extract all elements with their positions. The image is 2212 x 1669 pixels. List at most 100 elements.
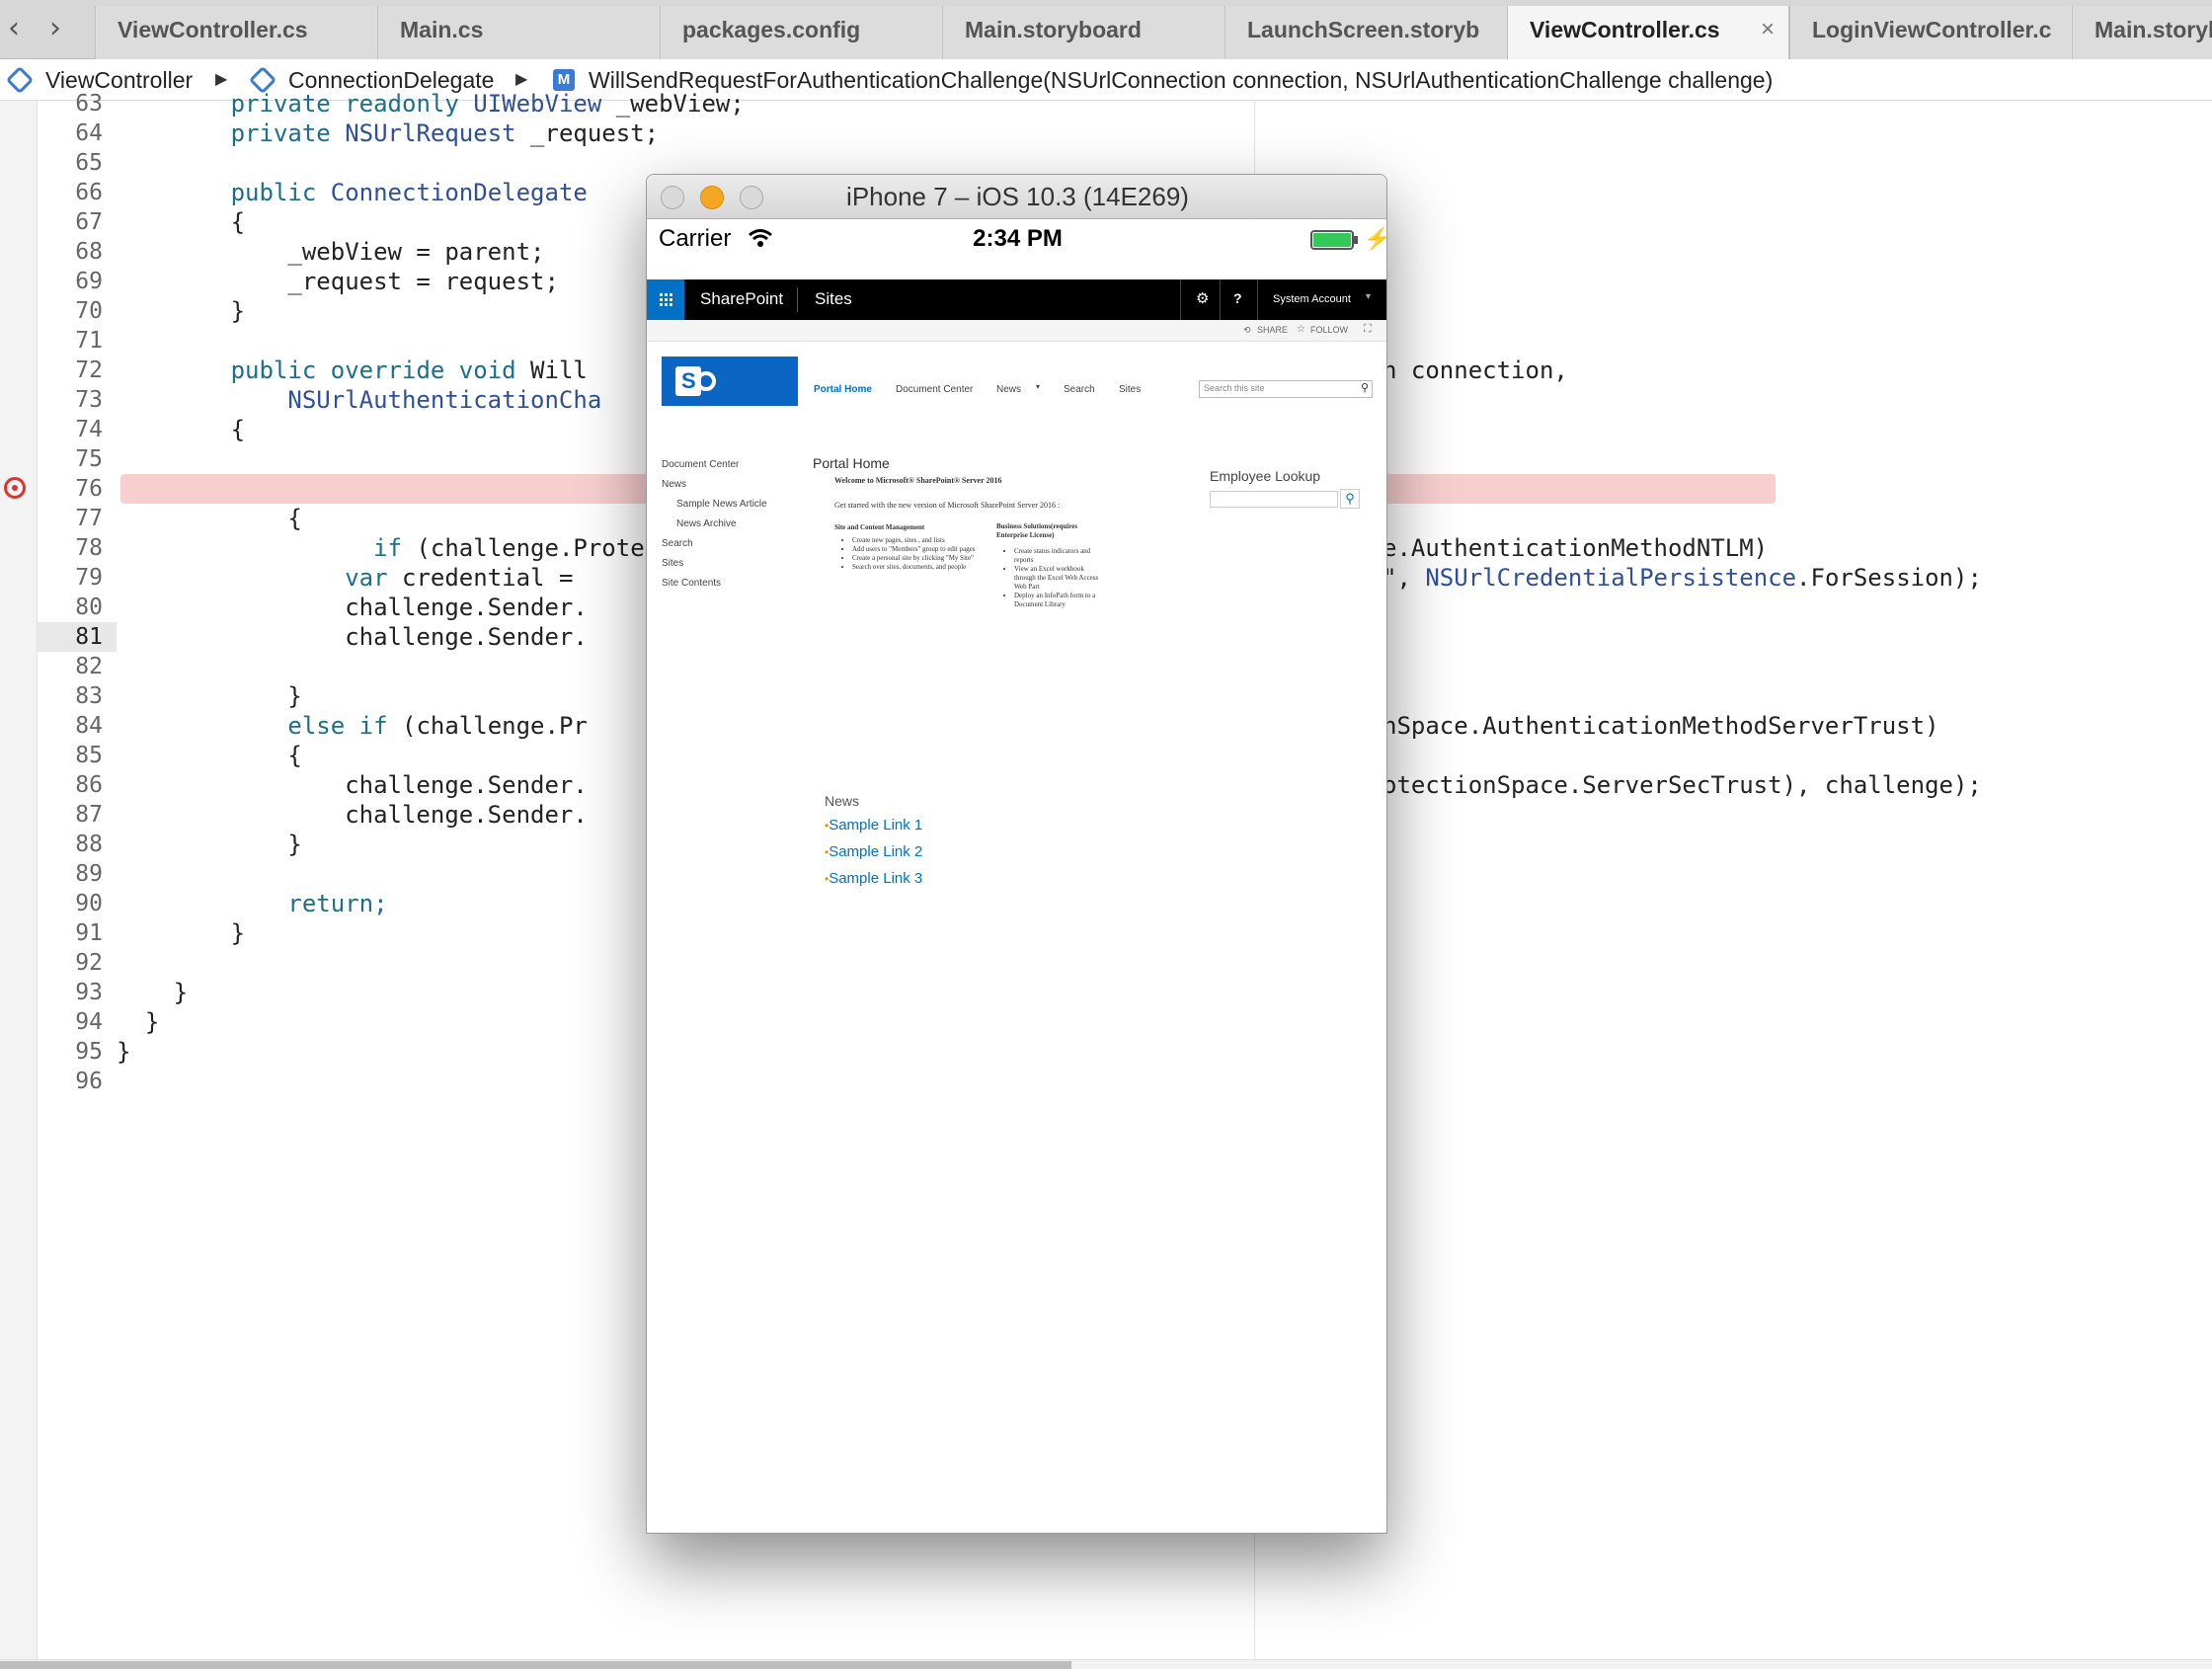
sharepoint-page: S Portal Home Document Center News ▾ Sea… (647, 343, 1386, 1533)
topnav-portal-home[interactable]: Portal Home (814, 384, 872, 395)
code-text-right: otectionSpace.ServerSecTrust), challenge… (1382, 771, 1982, 799)
tab-viewcontroller-active[interactable]: ViewController.cs × (1507, 6, 1789, 59)
ql-site-contents[interactable]: Site Contents (662, 578, 721, 589)
tab-bar: ‹ › ViewController.cs Main.cs packages.c… (0, 0, 2212, 59)
news-link-row: •Sample Link 3 (825, 870, 922, 888)
line-number: 67 (75, 209, 103, 235)
list-item[interactable]: Create a personal site by clicking "My S… (852, 554, 990, 563)
list-item[interactable]: Add users to "Members" group to edit pag… (852, 545, 990, 554)
search-icon[interactable]: ⚲ (1340, 489, 1360, 509)
settings-gear-icon[interactable]: ⚙ (1196, 289, 1209, 307)
clock-label: 2:34 PM (973, 225, 1063, 252)
battery-tip (1354, 236, 1358, 244)
topnav-news[interactable]: News (996, 384, 1021, 395)
topnav-sites[interactable]: Sites (1119, 384, 1141, 395)
tab-label: LoginViewController.c (1812, 17, 2052, 42)
topnav-search[interactable]: Search (1064, 384, 1095, 395)
line-number: 84 (75, 713, 103, 739)
line-number: 90 (75, 891, 103, 916)
tab-launchscreen[interactable]: LaunchScreen.storyb (1224, 6, 1521, 59)
site-search-box[interactable]: Search this site ⚲ (1199, 380, 1373, 398)
code-line[interactable]: private NSUrlRequest _request; (117, 119, 2212, 148)
line-number: 94 (75, 1009, 103, 1035)
employee-lookup-input[interactable] (1210, 491, 1338, 508)
welcome-title: Welcome to Microsoft® SharePoint® Server… (834, 476, 1002, 485)
close-window-button[interactable] (661, 186, 684, 209)
close-icon[interactable]: × (1761, 6, 1775, 53)
tab-loginviewcontroller[interactable]: LoginViewController.c (1789, 6, 2072, 59)
line-number: 64 (75, 120, 103, 146)
col2-list: Create status indicators and reports Vie… (1014, 547, 1105, 609)
line-number: 65 (75, 150, 103, 176)
sharepoint-brand[interactable]: SharePoint (700, 289, 783, 309)
follow-button[interactable]: FOLLOW (1310, 325, 1348, 335)
list-item: View an Excel workbook through the Excel… (1014, 565, 1105, 592)
list-item[interactable]: Create new pages, sites , and lists (852, 536, 990, 545)
line-number: 93 (75, 980, 103, 1005)
line-number: 80 (75, 595, 103, 620)
news-link[interactable]: Sample Link 3 (829, 870, 922, 887)
ql-sample-news-article[interactable]: Sample News Article (676, 499, 767, 510)
line-number: 78 (75, 535, 103, 561)
help-icon[interactable]: ? (1233, 290, 1242, 306)
line-number: 85 (75, 743, 103, 768)
line-number-current: 81 (38, 622, 117, 652)
back-arrow-icon[interactable]: ‹ (0, 6, 34, 51)
ql-sites[interactable]: Sites (662, 558, 683, 569)
code-text: else if (challenge.Pr (287, 712, 588, 740)
follow-star-icon[interactable]: ☆ (1297, 324, 1305, 335)
focus-content-icon[interactable]: ⛶ (1364, 323, 1372, 336)
news-link[interactable]: Sample Link 1 (829, 817, 922, 834)
simulator-title-bar[interactable]: iPhone 7 – iOS 10.3 (14E269) (647, 175, 1386, 219)
sites-link[interactable]: Sites (815, 289, 852, 309)
tab-label: Main.storyboard (965, 17, 1142, 42)
charging-icon: ⚡ (1364, 219, 1386, 259)
breakpoint-gutter[interactable] (0, 101, 38, 1661)
tab-main-storyboard[interactable]: Main.storyboard (942, 6, 1238, 59)
zoom-window-button[interactable] (740, 186, 763, 209)
horizontal-scrollbar[interactable] (0, 1659, 2212, 1669)
news-link[interactable]: Sample Link 2 (829, 843, 922, 860)
line-number: 83 (75, 683, 103, 709)
app-launcher-icon[interactable] (647, 279, 684, 320)
method-icon: M (553, 69, 575, 91)
breakpoint-icon[interactable] (4, 477, 26, 499)
account-menu[interactable]: System Account (1273, 293, 1351, 305)
divider (1257, 279, 1258, 320)
line-number: 75 (75, 446, 103, 472)
minimize-window-button[interactable] (700, 186, 724, 209)
line-number: 96 (75, 1069, 103, 1094)
code-text-right: n connection, (1382, 357, 1568, 384)
ql-news[interactable]: News (662, 479, 686, 490)
ql-document-center[interactable]: Document Center (662, 459, 739, 470)
topnav-document-center[interactable]: Document Center (896, 384, 973, 395)
news-link-row: •Sample Link 2 (825, 843, 922, 861)
welcome-text: Get started with the new version of Micr… (834, 501, 1061, 510)
line-number: 87 (75, 802, 103, 828)
tab-main-cs[interactable]: Main.cs (377, 6, 673, 59)
divider (797, 287, 798, 312)
divider (1180, 279, 1181, 320)
search-icon[interactable]: ⚲ (1361, 381, 1369, 394)
code-line[interactable]: private readonly UIWebView _webView; (117, 89, 2212, 119)
ql-news-archive[interactable]: News Archive (676, 518, 737, 529)
news-link-row: •Sample Link 1 (825, 817, 922, 834)
share-icon[interactable]: ⟲ (1243, 325, 1251, 336)
line-number: 91 (75, 920, 103, 946)
tab-main-storyb[interactable]: Main.storyb (2072, 6, 2212, 59)
share-button[interactable]: SHARE (1257, 325, 1288, 335)
line-number: 66 (75, 180, 103, 205)
list-item[interactable]: Search over sites, documents, and people (852, 563, 990, 572)
search-placeholder: Search this site (1204, 383, 1265, 393)
tab-label: ViewController.cs (1530, 17, 1720, 42)
tab-viewcontroller-1[interactable]: ViewController.cs (95, 6, 391, 59)
forward-arrow-icon[interactable]: › (36, 6, 75, 51)
scrollbar-thumb[interactable] (0, 1661, 1071, 1669)
sharepoint-logo[interactable]: S (662, 357, 798, 406)
tab-label: Main.storyb (2094, 17, 2212, 42)
line-number: 69 (75, 269, 103, 294)
ql-search[interactable]: Search (662, 538, 693, 549)
code-text: if (challenge.Protect (373, 534, 673, 562)
line-number: 95 (75, 1039, 103, 1065)
tab-packages-config[interactable]: packages.config (660, 6, 956, 59)
